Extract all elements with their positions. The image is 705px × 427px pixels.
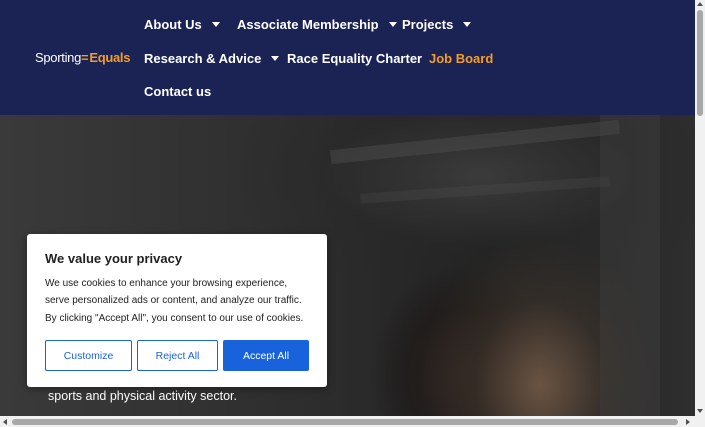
nav-about-us-label: About Us [144,17,202,32]
hero-ceiling-beam [359,176,611,204]
nav-about-us[interactable]: About Us [144,17,220,32]
cookie-banner-text-line: We use cookies to enhance your browsing … [45,278,288,289]
nav-research-advice-label: Research & Advice [144,51,262,66]
cookie-banner-text-line: By clicking "Accept All", you consent to… [45,313,304,324]
horizontal-scroll-thumb[interactable] [12,419,678,425]
logo-text-sporting: Sporting [35,50,82,65]
nav-contact-us[interactable]: Contact us [144,84,211,99]
cookie-banner-text-line: serve personalized ads or content, and a… [45,295,302,306]
customize-button[interactable]: Customize [45,340,132,371]
cookie-banner-title: We value your privacy [45,251,183,266]
scroll-right-arrow-icon[interactable] [686,419,690,425]
nav-race-equality-charter-label: Race Equality Charter [287,51,423,66]
hero-ceiling-beam [330,119,620,165]
nav-associate-membership[interactable]: Associate Membership [237,17,397,32]
site-header: Sporting=Equals About Us Associate Membe… [0,0,695,115]
chevron-down-icon [388,22,397,27]
scroll-up-arrow-icon[interactable] [697,2,703,6]
hero-wall-panel [600,115,660,416]
vertical-scrollbar[interactable] [695,0,705,416]
logo-equals-mark: = [81,50,89,65]
nav-job-board-label: Job Board [429,51,494,66]
nav-race-equality-charter[interactable]: Race Equality Charter [287,51,422,66]
nav-job-board[interactable]: Job Board [429,51,493,66]
nav-contact-us-label: Contact us [144,84,212,99]
nav-projects-label: Projects [402,17,454,32]
nav-research-advice[interactable]: Research & Advice [144,51,280,66]
reject-all-button[interactable]: Reject All [137,340,218,371]
horizontal-scrollbar[interactable] [0,416,705,427]
hero-description: sports and physical activity sector. [48,389,237,403]
cookie-consent-banner: We value your privacy We use cookies to … [27,234,327,387]
vertical-scroll-thumb[interactable] [697,10,703,116]
sporting-equals-logo[interactable]: Sporting=Equals [35,50,130,65]
nav-associate-membership-label: Associate Membership [237,17,379,32]
chevron-down-icon [463,22,472,27]
chevron-down-icon [271,56,280,61]
logo-text-equals: Equals [89,50,131,65]
scroll-left-arrow-icon[interactable] [3,419,7,425]
nav-projects[interactable]: Projects [402,17,472,32]
accept-all-button[interactable]: Accept All [223,340,309,371]
scroll-down-arrow-icon[interactable] [697,409,703,413]
chevron-down-icon [211,22,220,27]
